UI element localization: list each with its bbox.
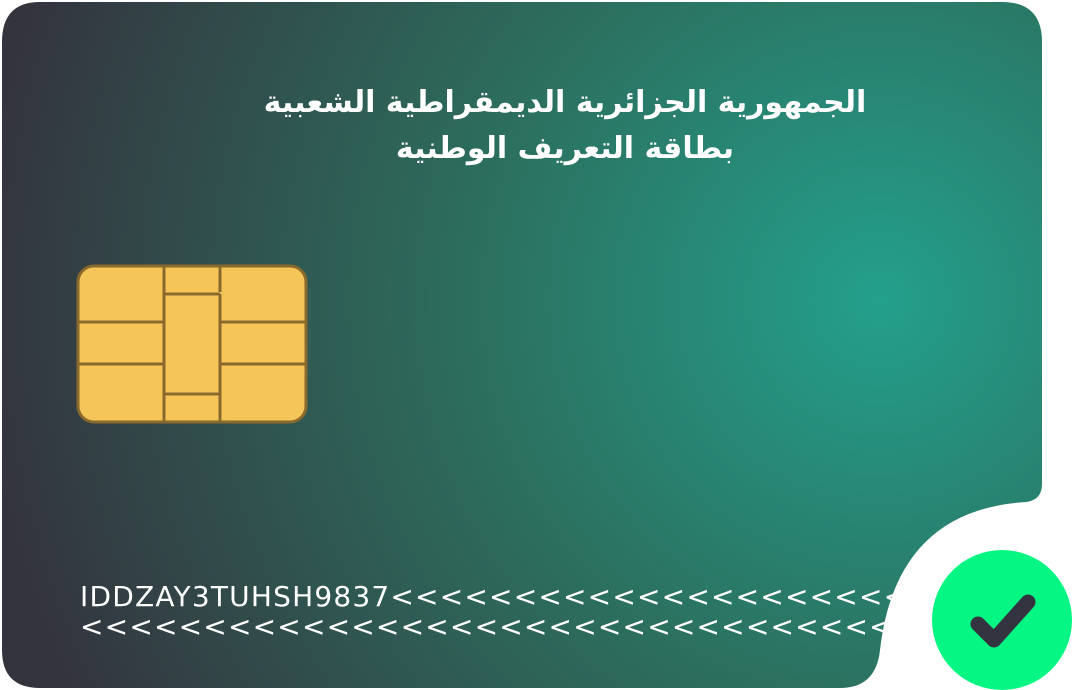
id-card: الجمهورية الجزائرية الديمقراطية الشعبية … xyxy=(0,0,1072,690)
check-icon xyxy=(932,550,1072,690)
document-type: بطاقة التعريف الوطنية xyxy=(395,131,735,166)
sim-chip-icon xyxy=(76,264,308,424)
id-card-screen: الجمهورية الجزائرية الديمقراطية الشعبية … xyxy=(0,0,1072,690)
mrz-line-1: IDDZAY3TUHSH9837<<<<<<<<<<<<<<<<<<<<< xyxy=(80,580,909,613)
mrz-zone: IDDZAY3TUHSH9837<<<<<<<<<<<<<<<<<<<<< <<… xyxy=(80,582,992,642)
card-title: الجمهورية الجزائرية الديمقراطية الشعبية … xyxy=(140,80,990,172)
country-name: الجمهورية الجزائرية الديمقراطية الشعبية xyxy=(263,85,867,120)
mrz-line-2: <<<<<<<<<<<<<<<<<<<<<<<<<<<<<<<<<<<<< xyxy=(80,610,993,643)
